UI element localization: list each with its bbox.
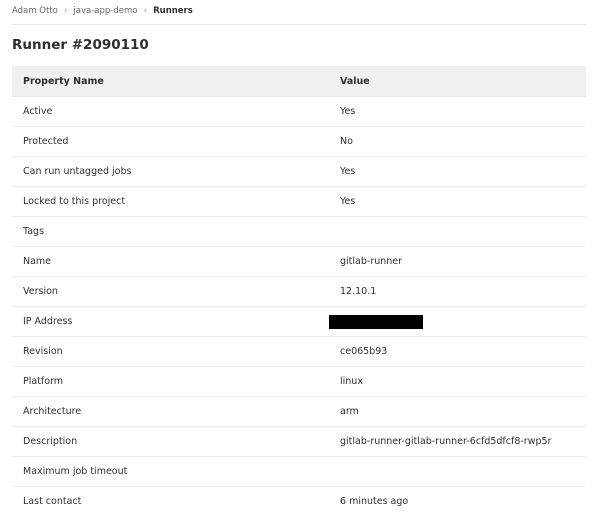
breadcrumb-runners-link[interactable]: Runners: [153, 6, 193, 16]
property-value: Yes: [329, 96, 586, 127]
property-value: 6 minutes ago: [340, 496, 409, 507]
property-name: Can run untagged jobs: [12, 156, 329, 187]
property-value: Yes: [329, 156, 586, 187]
header-divider: [12, 24, 586, 25]
property-value: gitlab-runner-gitlab-runner-6cfd5dfcf8-r…: [329, 426, 586, 457]
property-name: IP Address: [12, 306, 329, 337]
table-row: Maximum job timeout: [12, 456, 586, 487]
table-row: Active Yes: [12, 96, 586, 127]
property-name: Last contact: [23, 496, 82, 507]
table-row: Last contact 6 minutes ago: [12, 487, 586, 517]
property-value: arm: [329, 396, 586, 427]
property-value: [329, 216, 586, 247]
property-name: Revision: [12, 336, 329, 367]
breadcrumb-project-link[interactable]: java-app-demo: [73, 6, 137, 16]
property-name: Protected: [12, 126, 329, 157]
property-value: gitlab-runner: [329, 246, 586, 277]
property-name: Description: [12, 426, 329, 457]
table-header-row: Property Name Value: [12, 66, 586, 97]
property-value: No: [329, 126, 586, 157]
property-name: Locked to this project: [12, 186, 329, 217]
property-value: [329, 456, 586, 487]
table-row: Name gitlab-runner: [12, 246, 586, 277]
property-name: Version: [12, 276, 329, 307]
property-name: Tags: [12, 216, 329, 247]
property-value: Yes: [329, 186, 586, 217]
page-title: Runner #2090110: [12, 37, 149, 53]
breadcrumb: Adam Otto › java-app-demo › Runners: [12, 0, 193, 22]
chevron-right-icon: ›: [63, 6, 68, 16]
property-name: Platform: [12, 366, 329, 397]
table-row: IP Address: [12, 306, 586, 337]
property-name: Name: [12, 246, 329, 277]
table-row: Description gitlab-runner-gitlab-runner-…: [12, 426, 586, 457]
redacted-ip-address: [329, 314, 423, 329]
chevron-right-icon: ›: [143, 6, 148, 16]
value-header: Value: [329, 66, 586, 97]
table-row: Can run untagged jobs Yes: [12, 156, 586, 187]
breadcrumb-user-link[interactable]: Adam Otto: [12, 6, 58, 16]
table-row: Architecture arm: [12, 396, 586, 427]
table-row: Locked to this project Yes: [12, 186, 586, 217]
property-name-header: Property Name: [12, 66, 329, 97]
property-value: linux: [329, 366, 586, 397]
table-row: Platform linux: [12, 366, 586, 397]
table-row: Tags: [12, 216, 586, 247]
runner-properties-table: Property Name Value Active Yes Protected…: [12, 66, 586, 516]
property-value: ce065b93: [329, 336, 586, 367]
table-row: Version 12.10.1: [12, 276, 586, 307]
property-value: 12.10.1: [329, 276, 586, 307]
property-name: Maximum job timeout: [12, 456, 329, 487]
property-value: [329, 306, 586, 337]
property-name: Architecture: [12, 396, 329, 427]
table-row: Protected No: [12, 126, 586, 157]
property-name: Active: [12, 96, 329, 127]
table-row: Revision ce065b93: [12, 336, 586, 367]
